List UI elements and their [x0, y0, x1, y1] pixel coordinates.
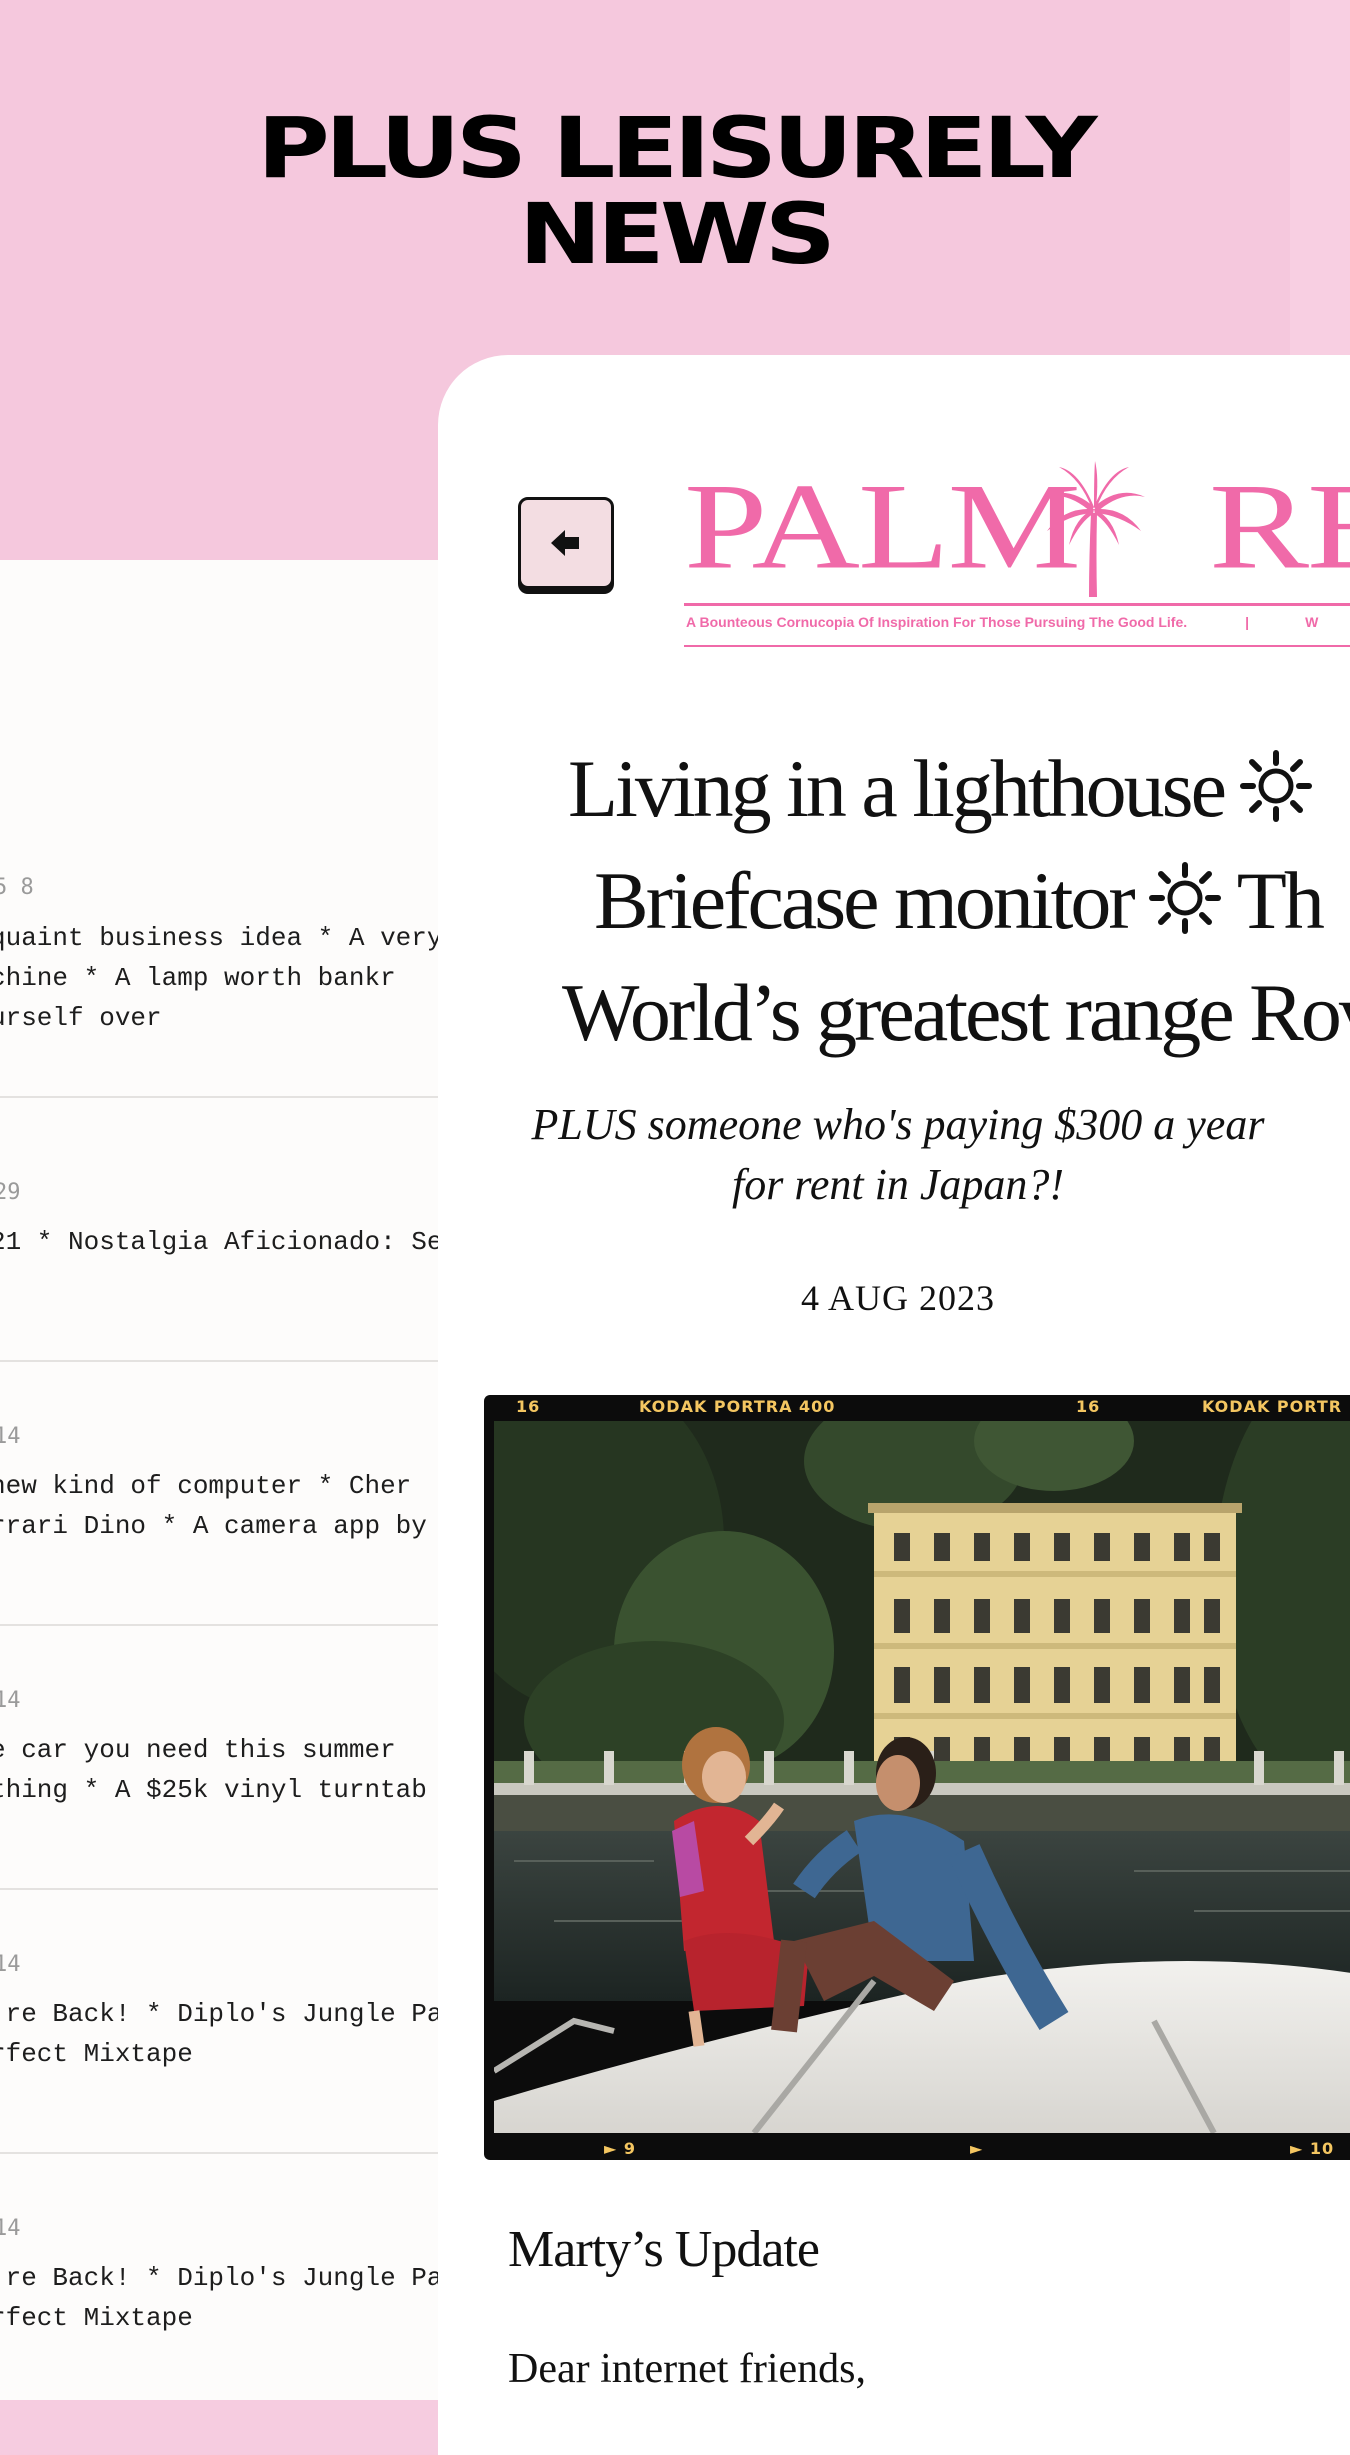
article-card: PALMREP A Bounteous Cornucopia Of Inspir… [438, 355, 1350, 2455]
promo-title-line-2: NEWS [518, 185, 836, 283]
logo-rule-bottom [684, 645, 1350, 647]
palm-tree-icon [1043, 461, 1145, 597]
film-brand-label: KODAK PORTRA 400 [639, 1397, 836, 1416]
issue-date: 14 [0, 1688, 21, 1713]
arrow-left-icon [551, 530, 579, 556]
issue-summary: e car you need this summer thing * A $25… [0, 1735, 427, 1805]
logo-text: PALMREP [684, 465, 1350, 588]
article-subhead: PLUS someone who's paying $300 a year fo… [531, 1100, 1265, 1209]
issue-summary: 're Back! * Diplo's Jungle Par rfect Mix… [0, 2263, 440, 2333]
logo-tagline: A Bounteous Cornucopia Of Inspiration Fo… [686, 614, 1318, 630]
article-body: Dear internet friends, [508, 2346, 867, 2392]
film-frame-number: 16 [1076, 1397, 1101, 1416]
logo-text-left: PALM [684, 458, 1081, 595]
issue-summary: 21 * Nostalgia Aficionado: Sea [0, 1227, 440, 1257]
logo-tagline-separator: | [1245, 614, 1250, 630]
article-date: 4 AUG 2023 [800, 1278, 995, 1318]
logo-tagline-tail: W [1305, 614, 1319, 630]
film-frame-marker: ► 10 [1290, 2139, 1335, 2158]
issue-date: 14 [0, 1952, 21, 1977]
list-item[interactable]: 14 e car you need this summer thing * A … [0, 1626, 440, 1890]
sun-icon [1239, 750, 1312, 822]
list-item[interactable]: 14 new kind of computer * Cher rrari Din… [0, 1362, 440, 1626]
logo-rule-top [684, 603, 1350, 606]
back-button[interactable] [518, 497, 614, 589]
palm-report-logo[interactable]: PALMREP A Bounteous Cornucopia Of Inspir… [684, 461, 1350, 647]
logo-text-right: REP [1208, 458, 1350, 595]
article-headline: Living in a lighthouse Briefcase monitor… [562, 733, 1350, 1069]
villa-boat-scene [494, 1421, 1350, 2133]
film-brand-label: KODAK PORTR [1202, 1397, 1343, 1416]
section-title: Marty’s Update [508, 2221, 820, 2278]
list-item[interactable]: 14 're Back! * Diplo's Jungle Par rfect … [0, 1890, 440, 2154]
headline-line-1: Living in a lighthouse [568, 733, 1350, 845]
film-frame-number: 16 [516, 1397, 541, 1416]
logo-tagline-text: A Bounteous Cornucopia Of Inspiration Fo… [686, 614, 1188, 630]
headline-line-3: World’s greatest range Rov [562, 967, 1350, 1058]
issue-summary: new kind of computer * Cher rrari Dino *… [0, 1471, 427, 1541]
issue-date: 14 [0, 2216, 21, 2241]
list-item[interactable]: 29 21 * Nostalgia Aficionado: Sea [0, 1098, 440, 1362]
issue-date: 14 [0, 1424, 21, 1449]
promo-title: PLUS LEISURELY NEWS [0, 105, 1350, 277]
list-item[interactable]: 14 're Back! * Diplo's Jungle Par rfect … [0, 2154, 440, 2400]
photo-scene [494, 1421, 1350, 2133]
film-frame-marker: ► [970, 2139, 984, 2158]
article-photo: 16 KODAK PORTRA 400 16 KODAK PORTR ► 9 ►… [484, 1395, 1350, 2160]
promo-title-line-1: PLUS LEISURELY [257, 99, 1097, 197]
issue-date: 29 [0, 1180, 21, 1205]
film-frame-marker: ► 9 [604, 2139, 637, 2158]
issue-list: 5 8 quaint business idea * A very chine … [0, 560, 440, 2400]
list-item[interactable]: 5 8 quaint business idea * A very chine … [0, 560, 440, 1098]
headline-line-2: Briefcase monitor Th [594, 855, 1325, 946]
issue-summary: quaint business idea * A very chine * A … [0, 923, 440, 1033]
issue-date: 5 8 [0, 875, 34, 900]
sun-icon [1148, 862, 1221, 934]
issue-summary: 're Back! * Diplo's Jungle Par rfect Mix… [0, 1999, 440, 2069]
